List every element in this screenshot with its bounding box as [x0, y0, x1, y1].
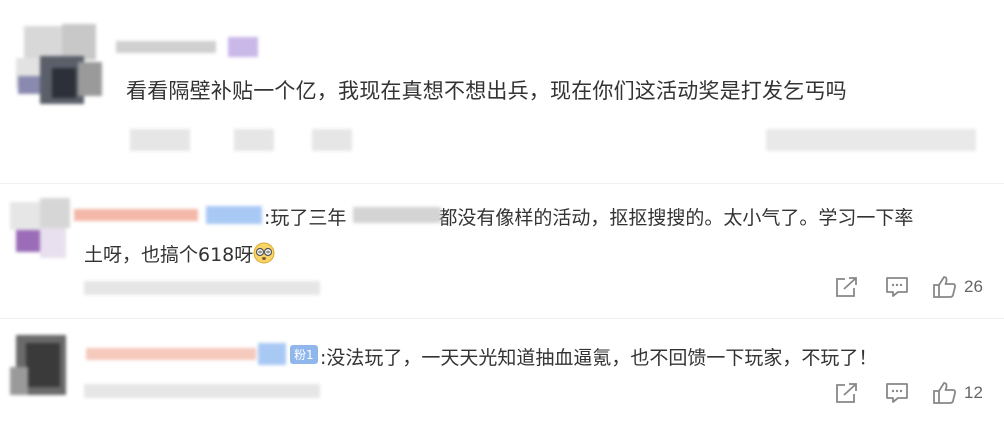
censored-text: [353, 203, 443, 227]
comment-actions: 12: [822, 378, 983, 408]
comment-button[interactable]: [872, 378, 922, 408]
fan-badge: 粉1: [290, 345, 318, 364]
share-button[interactable]: [822, 272, 872, 302]
avatar[interactable]: [12, 22, 106, 110]
divider: [0, 318, 1004, 319]
username[interactable]: [74, 206, 264, 224]
username[interactable]: 粉1: [80, 343, 318, 365]
like-button[interactable]: 12: [922, 378, 983, 408]
avatar[interactable]: [10, 333, 72, 399]
share-icon: [834, 275, 860, 299]
comment-icon: [884, 381, 910, 405]
like-count: 12: [964, 383, 983, 402]
share-button[interactable]: [822, 378, 872, 408]
share-icon: [834, 381, 860, 405]
thumbs-up-icon: [932, 381, 958, 405]
comment-button[interactable]: [872, 272, 922, 302]
username[interactable]: [116, 37, 262, 57]
comment-text-part: :玩了三年: [264, 207, 347, 229]
avatar[interactable]: [10, 198, 72, 264]
comment-text: 看看隔壁补贴一个亿，我现在真想不想出兵，现在你们这活动奖是打发乞丐吗: [126, 79, 847, 103]
thumbs-up-icon: [932, 275, 958, 299]
comment-text-part: 土呀，也搞个618呀: [84, 244, 254, 266]
dizzy-face-emoji: [253, 242, 275, 269]
divider: [0, 183, 1004, 184]
comment-text-line2: 土呀，也搞个618呀: [84, 240, 275, 269]
comment-icon: [884, 275, 910, 299]
comment-text: :没法玩了，一天天光知道抽血逼氪，也不回馈一下玩家，不玩了！: [320, 347, 878, 369]
comment-text-part: 都没有像样的活动，抠抠搜搜的。太小气了。学习一下率: [438, 207, 914, 229]
comment-actions: 26: [822, 272, 983, 302]
like-count: 26: [964, 277, 983, 296]
comment-meta-row: [84, 380, 324, 402]
like-button[interactable]: 26: [922, 272, 983, 302]
comment-meta-row: [84, 277, 324, 299]
comment-meta-row: [126, 125, 986, 155]
